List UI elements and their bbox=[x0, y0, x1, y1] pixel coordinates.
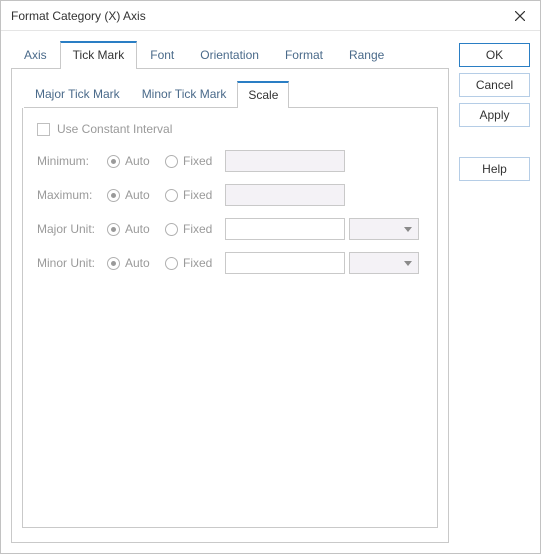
chevron-down-icon bbox=[404, 227, 412, 232]
close-icon bbox=[515, 11, 525, 21]
major-unit-input[interactable] bbox=[225, 218, 345, 240]
apply-button[interactable]: Apply bbox=[459, 103, 530, 127]
inner-tabs: Major Tick Mark Minor Tick Mark Scale Us… bbox=[22, 81, 438, 528]
minor-unit-fixed-radio[interactable]: Fixed bbox=[165, 256, 225, 270]
radio-label: Fixed bbox=[183, 154, 212, 168]
major-unit-fixed-radio[interactable]: Fixed bbox=[165, 222, 225, 236]
dialog-body: Axis Tick Mark Font Orientation Format R… bbox=[1, 31, 540, 553]
ok-button[interactable]: OK bbox=[459, 43, 530, 67]
main-column: Axis Tick Mark Font Orientation Format R… bbox=[11, 41, 449, 543]
minor-unit-combo[interactable] bbox=[349, 252, 419, 274]
minor-unit-auto-radio[interactable]: Auto bbox=[107, 256, 165, 270]
tab-font[interactable]: Font bbox=[137, 41, 187, 69]
tab-minor-tick-mark[interactable]: Minor Tick Mark bbox=[131, 81, 238, 108]
major-unit-combo[interactable] bbox=[349, 218, 419, 240]
radio-icon bbox=[107, 257, 120, 270]
minimum-fixed-radio[interactable]: Fixed bbox=[165, 154, 225, 168]
minor-unit-label: Minor Unit: bbox=[37, 256, 107, 270]
radio-icon bbox=[165, 257, 178, 270]
radio-icon bbox=[107, 223, 120, 236]
help-button[interactable]: Help bbox=[459, 157, 530, 181]
tab-range[interactable]: Range bbox=[336, 41, 397, 69]
tab-axis[interactable]: Axis bbox=[11, 41, 60, 69]
radio-label: Auto bbox=[125, 154, 150, 168]
chevron-down-icon bbox=[404, 261, 412, 266]
tab-format[interactable]: Format bbox=[272, 41, 336, 69]
major-unit-label: Major Unit: bbox=[37, 222, 107, 236]
minimum-input[interactable] bbox=[225, 150, 345, 172]
radio-icon bbox=[107, 155, 120, 168]
tab-orientation[interactable]: Orientation bbox=[187, 41, 272, 69]
radio-label: Fixed bbox=[183, 188, 212, 202]
tab-tick-mark[interactable]: Tick Mark bbox=[60, 41, 138, 69]
radio-label: Auto bbox=[125, 188, 150, 202]
use-constant-interval-checkbox[interactable] bbox=[37, 123, 50, 136]
radio-label: Fixed bbox=[183, 222, 212, 236]
minimum-label: Minimum: bbox=[37, 154, 107, 168]
use-constant-row: Use Constant Interval bbox=[37, 122, 423, 136]
tab-major-tick-mark[interactable]: Major Tick Mark bbox=[24, 81, 131, 108]
titlebar: Format Category (X) Axis bbox=[1, 1, 540, 31]
radio-icon bbox=[165, 155, 178, 168]
radio-label: Auto bbox=[125, 256, 150, 270]
scale-panel: Use Constant Interval Minimum: Auto Fixe… bbox=[22, 108, 438, 528]
outer-panel: Major Tick Mark Minor Tick Mark Scale Us… bbox=[11, 69, 449, 543]
maximum-input[interactable] bbox=[225, 184, 345, 206]
maximum-fixed-radio[interactable]: Fixed bbox=[165, 188, 225, 202]
close-button[interactable] bbox=[508, 4, 532, 28]
minor-unit-input[interactable] bbox=[225, 252, 345, 274]
scale-grid: Minimum: Auto Fixed Maximum: Auto Fixed bbox=[37, 150, 423, 274]
dialog-window: Format Category (X) Axis Axis Tick Mark … bbox=[0, 0, 541, 554]
maximum-label: Maximum: bbox=[37, 188, 107, 202]
side-buttons: OK Cancel Apply Help bbox=[459, 41, 530, 543]
spacer bbox=[459, 133, 530, 151]
radio-icon bbox=[165, 223, 178, 236]
radio-icon bbox=[165, 189, 178, 202]
tab-scale[interactable]: Scale bbox=[237, 81, 289, 108]
use-constant-interval-label: Use Constant Interval bbox=[57, 122, 172, 136]
maximum-auto-radio[interactable]: Auto bbox=[107, 188, 165, 202]
inner-tabstrip: Major Tick Mark Minor Tick Mark Scale bbox=[24, 81, 438, 108]
outer-tabs: Axis Tick Mark Font Orientation Format R… bbox=[11, 41, 449, 543]
window-title: Format Category (X) Axis bbox=[11, 9, 146, 23]
major-unit-auto-radio[interactable]: Auto bbox=[107, 222, 165, 236]
cancel-button[interactable]: Cancel bbox=[459, 73, 530, 97]
radio-label: Fixed bbox=[183, 256, 212, 270]
outer-tabstrip: Axis Tick Mark Font Orientation Format R… bbox=[11, 41, 449, 69]
radio-label: Auto bbox=[125, 222, 150, 236]
minimum-auto-radio[interactable]: Auto bbox=[107, 154, 165, 168]
radio-icon bbox=[107, 189, 120, 202]
